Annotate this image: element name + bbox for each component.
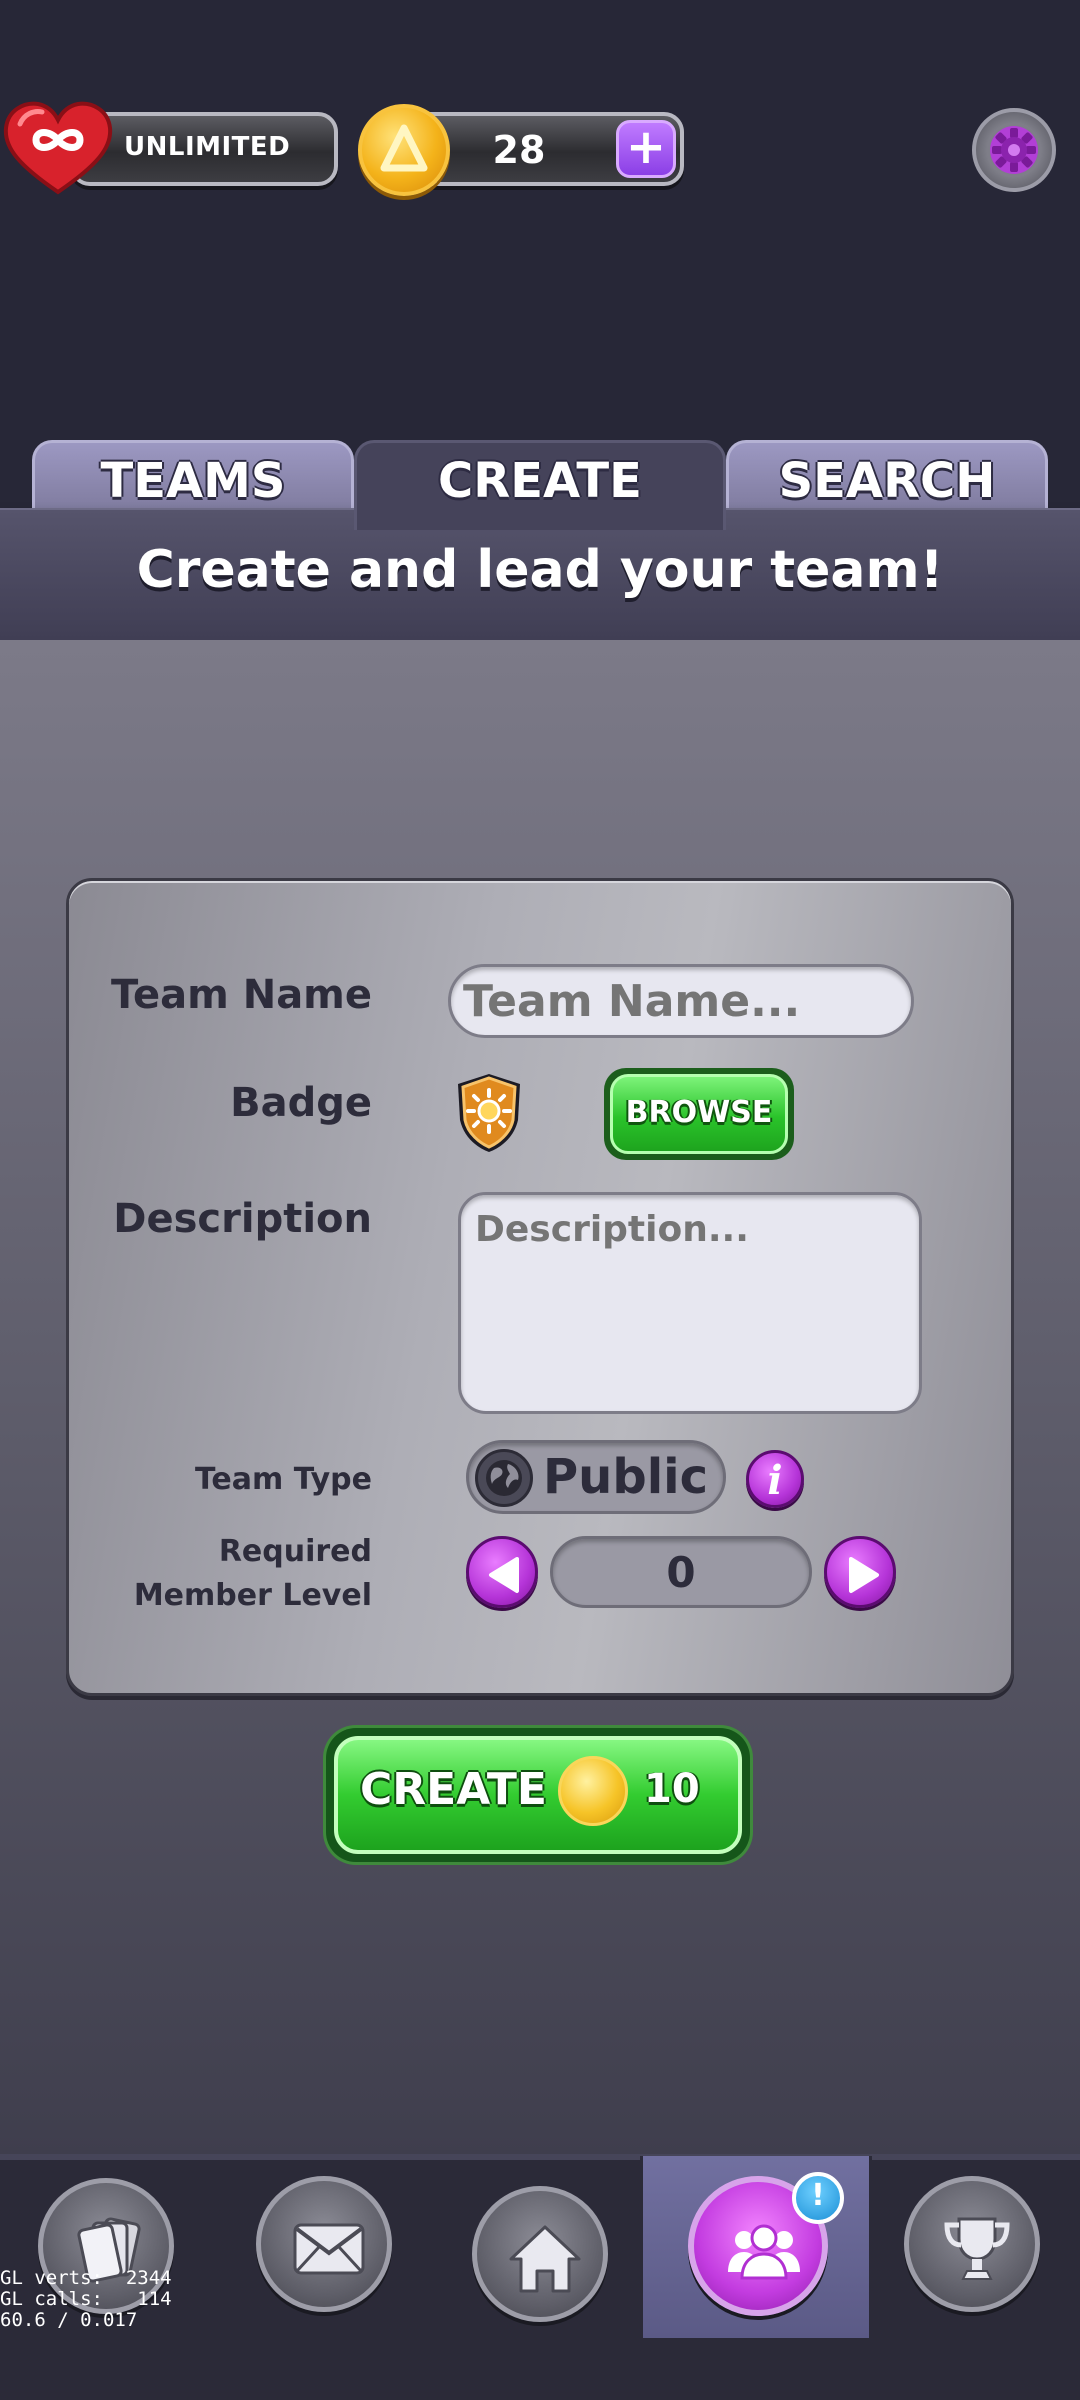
level-decrease-button[interactable] [466,1536,538,1608]
browse-label: BROWSE [610,1074,788,1154]
browse-badge-button[interactable]: BROWSE [604,1068,794,1160]
nav-trophy-button[interactable] [904,2176,1040,2312]
notification-badge: ! [792,2172,844,2224]
required-level-label: Required Member Level [134,1530,372,1618]
team-name-input[interactable] [448,964,914,1038]
team-type-value: Public [543,1449,709,1505]
coin-icon [358,104,450,196]
description-input[interactable] [458,1192,922,1414]
create-label: CREATE [360,1764,547,1815]
required-level-value: 0 [550,1536,812,1608]
sun-shield-icon [452,1070,526,1156]
lives-label: UNLIMITED [124,132,291,162]
team-type-selector[interactable]: Public [466,1440,726,1514]
info-icon: i [767,1457,783,1504]
level-increase-button[interactable] [824,1536,896,1608]
mail-icon [293,2223,365,2275]
create-team-button[interactable]: CREATE 10 [326,1728,750,1862]
team-icon [728,2224,800,2280]
coins-value: 28 [492,128,546,172]
info-button[interactable]: i [746,1450,804,1508]
required-level-label-line2: Member Level [133,1578,372,1613]
trophy-icon [944,2217,1010,2280]
debug-line-3: 60.6 / 0.017 [0,2309,138,2331]
badge-label: Badge [230,1080,372,1126]
buy-coins-button[interactable]: + [616,120,676,178]
debug-overlay: GL verts: 2344 GL calls: 114 60.6 / 0.017 [0,2268,200,2331]
settings-button[interactable] [972,108,1056,192]
team-type-label: Team Type [194,1462,372,1497]
nav-mail-button[interactable] [256,2176,392,2312]
tab-create[interactable]: CREATE [354,440,726,530]
debug-line-1: GL verts: 2344 [0,2267,172,2289]
create-cost: 10 [644,1766,700,1812]
description-label: Description [113,1196,372,1242]
nav-home-button[interactable] [472,2186,608,2322]
infinity-heart-icon [0,100,116,200]
debug-line-2: GL calls: 114 [0,2288,172,2310]
arrow-left-icon [489,1557,519,1593]
globe-icon [475,1449,533,1507]
home-icon [509,2225,581,2293]
coin-icon [558,1756,628,1826]
team-name-label: Team Name [111,972,372,1018]
required-level-label-line1: Required [218,1534,372,1569]
gear-icon [990,126,1038,174]
notification-badge-text: ! [811,2178,825,2213]
arrow-right-icon [849,1557,879,1593]
page-title: Create and lead your team! [136,540,944,600]
